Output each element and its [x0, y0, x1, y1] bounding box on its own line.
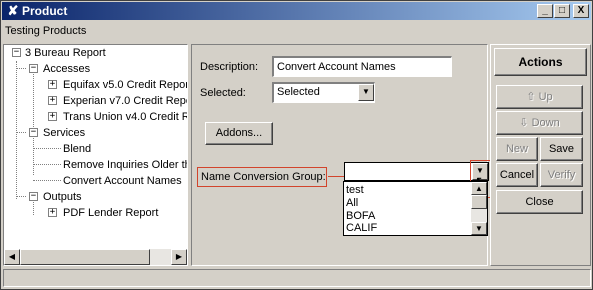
tree-line: [16, 68, 26, 69]
expand-icon[interactable]: +: [48, 112, 57, 121]
product-tree[interactable]: − 3 Bureau Report − Accesses + Equifax v…: [3, 44, 188, 266]
tree-node-outputs[interactable]: Outputs: [43, 189, 82, 205]
down-arrow-icon: ⇩: [519, 117, 532, 129]
close-button[interactable]: X: [573, 4, 589, 18]
tree-line: [16, 61, 17, 199]
name-conversion-combo[interactable]: ▼: [344, 162, 489, 181]
collapse-icon[interactable]: −: [29, 192, 38, 201]
minimize-button[interactable]: _: [537, 4, 553, 18]
close-form-button[interactable]: Close: [496, 190, 583, 214]
new-button: New: [496, 137, 538, 161]
expand-icon[interactable]: +: [48, 208, 57, 217]
tree-line: [33, 69, 34, 127]
tree-line: [16, 132, 26, 133]
selected-combo-value: Selected: [277, 86, 320, 98]
title-bar[interactable]: ✘ Product _ □ X: [2, 2, 591, 20]
tree-node-equifax[interactable]: Equifax v5.0 Credit Report: [63, 77, 187, 93]
collapse-icon[interactable]: −: [29, 64, 38, 73]
tree-node-accesses[interactable]: Accesses: [43, 61, 90, 77]
tree-node-convert-account-names[interactable]: Convert Account Names: [63, 173, 182, 189]
dropdown-option[interactable]: test: [346, 184, 364, 197]
name-conversion-label: Name Conversion Group:: [201, 171, 326, 183]
selected-label: Selected:: [200, 87, 246, 99]
expand-icon[interactable]: +: [48, 96, 57, 105]
collapse-icon[interactable]: −: [29, 128, 38, 137]
down-label: Down: [531, 117, 560, 129]
tree-node-pdf-lender-report[interactable]: PDF Lender Report: [63, 205, 158, 221]
actions-panel: Actions ⇧ Up ⇩ Down New Save Cancel Veri…: [490, 44, 591, 266]
collapse-icon[interactable]: −: [12, 48, 21, 57]
name-conversion-dropdown-list[interactable]: test All BOFA CALIF ▲ ▼: [343, 181, 488, 236]
tree-line: [33, 180, 61, 181]
tree-node-remove-inquiries[interactable]: Remove Inquiries Older than: [63, 157, 187, 173]
dropdown-scrollbar[interactable]: ▲ ▼: [471, 182, 487, 235]
product-window: ✘ Product _ □ X Testing Products − 3 Bur…: [0, 0, 593, 290]
tree-line: [33, 133, 34, 175]
form-subtitle: Testing Products: [5, 25, 87, 37]
verify-button: Verify: [540, 163, 583, 187]
tree-content: − 3 Bureau Report − Accesses + Equifax v…: [4, 45, 187, 250]
maximize-button[interactable]: □: [554, 4, 570, 18]
tree-node-experian[interactable]: Experian v7.0 Credit Report: [63, 93, 187, 109]
chevron-down-icon[interactable]: ▼: [358, 84, 374, 101]
scroll-thumb[interactable]: [20, 249, 150, 265]
actions-header: Actions: [494, 48, 587, 76]
expand-icon[interactable]: +: [48, 80, 57, 89]
scroll-left-icon[interactable]: ◀: [4, 249, 20, 265]
down-button: ⇩ Down: [496, 111, 583, 135]
tree-node-transunion[interactable]: Trans Union v4.0 Credit Report: [63, 109, 187, 125]
tree-line: [33, 148, 61, 149]
tree-node-root[interactable]: 3 Bureau Report: [25, 45, 106, 61]
save-button[interactable]: Save: [540, 137, 583, 161]
tree-node-blend[interactable]: Blend: [63, 141, 91, 157]
description-label: Description:: [200, 61, 259, 73]
scroll-thumb[interactable]: [471, 195, 487, 209]
tree-horizontal-scrollbar[interactable]: ◀ ▶: [4, 249, 187, 265]
up-arrow-icon: ⇧: [526, 91, 539, 103]
addons-button[interactable]: Addons...: [205, 122, 273, 145]
app-icon: ✘: [7, 3, 19, 18]
scroll-up-icon[interactable]: ▲: [471, 182, 487, 195]
scroll-right-icon[interactable]: ▶: [171, 249, 187, 265]
status-bar: [3, 269, 591, 287]
tree-line: [16, 196, 26, 197]
cancel-button[interactable]: Cancel: [496, 163, 538, 187]
scroll-down-icon[interactable]: ▼: [471, 222, 487, 235]
tree-line: [33, 164, 61, 165]
description-field[interactable]: Convert Account Names: [272, 56, 452, 77]
selected-combo[interactable]: Selected ▼: [272, 82, 375, 103]
dropdown-option[interactable]: All: [346, 197, 358, 210]
dropdown-option[interactable]: CALIF: [346, 222, 377, 235]
up-label: Up: [538, 91, 553, 103]
up-button: ⇧ Up: [496, 85, 583, 109]
tree-node-services[interactable]: Services: [43, 125, 85, 141]
window-title: Product: [22, 4, 68, 18]
